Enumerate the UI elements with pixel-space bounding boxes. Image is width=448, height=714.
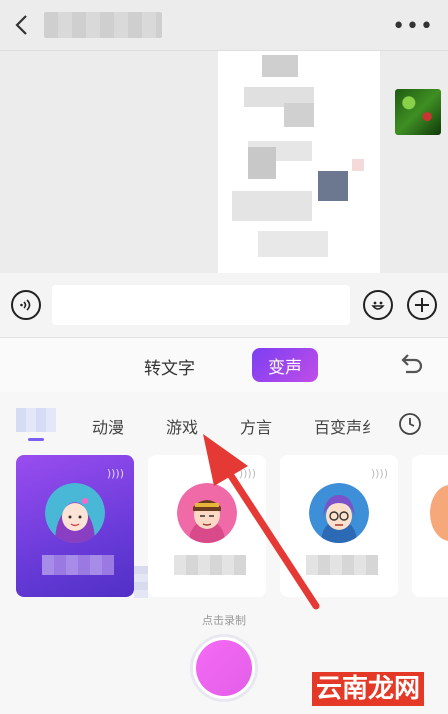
category-tab-game[interactable]: 游戏: [166, 414, 198, 438]
message-input[interactable]: [52, 285, 350, 325]
record-button[interactable]: [190, 634, 258, 702]
sound-wave-icon: )))): [238, 467, 256, 480]
tab-speech-to-text[interactable]: 转文字: [144, 354, 195, 379]
voice-card[interactable]: )))): [280, 455, 398, 597]
top-bar: •••: [0, 0, 448, 51]
chat-area: [0, 51, 448, 273]
undo-icon[interactable]: [396, 350, 426, 380]
character-avatar: [177, 483, 237, 543]
voice-name-blurred: [174, 555, 246, 575]
voice-mode-bar: 转文字 变声: [0, 338, 448, 392]
tab-voice-change[interactable]: 变声: [252, 348, 318, 382]
add-icon[interactable]: [407, 290, 437, 320]
emoji-icon[interactable]: [363, 290, 393, 320]
category-tab-dialect[interactable]: 方言: [240, 414, 272, 438]
watermark-logo: 云南龙网: [312, 672, 425, 706]
record-button-core[interactable]: [196, 640, 252, 696]
voice-card-selected[interactable]: )))): [16, 455, 134, 597]
sound-wave-icon: )))): [106, 467, 124, 480]
voice-icon[interactable]: [11, 290, 41, 320]
category-tab-variety[interactable]: 百变声纟: [314, 414, 378, 438]
blurred-message-bubble: [218, 51, 380, 273]
voice-category-tabs: 动漫 游戏 方言 百变声纟: [0, 392, 448, 446]
history-clock-icon[interactable]: [398, 412, 422, 436]
voice-name-blurred: [42, 555, 114, 575]
more-icon[interactable]: •••: [392, 14, 434, 39]
sound-wave-icon: )))): [370, 467, 388, 480]
input-bar: [0, 273, 448, 338]
record-hint-label: 点击录制: [202, 614, 246, 627]
category-tab-blurred[interactable]: [16, 408, 56, 432]
active-tab-indicator: [28, 438, 44, 441]
voice-card-partial[interactable]: [412, 455, 448, 597]
character-avatar: [309, 483, 369, 543]
contact-avatar-image[interactable]: [395, 89, 441, 135]
chat-title-blurred: [44, 12, 162, 38]
voice-name-blurred: [306, 555, 378, 575]
category-tab-anime[interactable]: 动漫: [92, 414, 124, 438]
back-icon[interactable]: [10, 10, 36, 40]
voice-card[interactable]: )))): [148, 455, 266, 597]
character-avatar: [45, 483, 105, 543]
voice-effect-cards: )))) )))) )))): [0, 448, 448, 608]
